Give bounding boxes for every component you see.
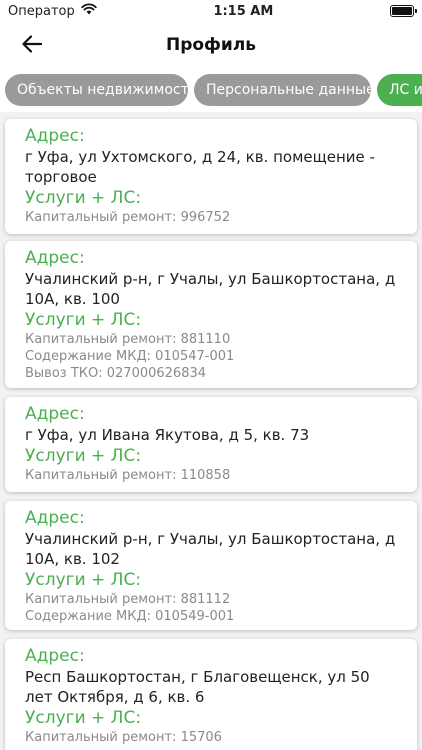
arrow-left-icon — [22, 35, 43, 57]
address-label: Адрес: — [25, 126, 85, 146]
tab-label: Персональные данные — [206, 82, 371, 98]
property-card[interactable]: Адрес: Респ Башкортостан, г Благовещенск… — [5, 639, 417, 750]
address-value: г Уфа, ул Ивана Якутова, д 5, кв. 73 — [25, 426, 310, 444]
account-line: Капитальный ремонт: 881110 — [25, 332, 231, 347]
address-label: Адрес: — [25, 248, 85, 268]
services-label: Услуги + ЛС: — [25, 310, 142, 330]
tabs-row: Объекты недвижимости Персональные данные… — [0, 68, 422, 112]
property-card[interactable]: Адрес: г Уфа, ул Ивана Якутова, д 5, кв.… — [5, 397, 417, 492]
address-value: Учалинский р-н, г Учалы, ул Башкортостан… — [25, 530, 396, 568]
account-line: Капитальный ремонт: 110858 — [25, 468, 231, 483]
account-line: Содержание МКД: 010549-001 — [25, 609, 235, 624]
carrier-label: Оператор — [8, 3, 75, 19]
property-card[interactable]: Адрес: г Уфа, ул Ухтомского, д 24, кв. п… — [5, 119, 417, 234]
back-button[interactable] — [18, 32, 46, 60]
tab-label: Объекты недвижимости — [17, 82, 188, 98]
status-left: Оператор — [8, 3, 97, 19]
address-label: Адрес: — [25, 508, 85, 528]
page-title: Профиль — [165, 35, 257, 55]
tab-personal-data[interactable]: Персональные данные — [194, 74, 371, 106]
battery-icon — [390, 5, 417, 17]
nav-bar: Профиль — [0, 22, 422, 68]
account-line: Содержание МКД: 010547-001 — [25, 349, 235, 364]
services-label: Услуги + ЛС: — [25, 570, 142, 590]
services-label: Услуги + ЛС: — [25, 708, 142, 728]
address-label: Адрес: — [25, 646, 85, 666]
property-card[interactable]: Адрес: Учалинский р-н, г Учалы, ул Башко… — [5, 501, 417, 630]
account-line: Капитальный ремонт: 15706 — [25, 730, 222, 745]
tab-accounts[interactable]: ЛС и — [377, 74, 422, 106]
account-line: Капитальный ремонт: 881112 — [25, 592, 231, 607]
address-value: Респ Башкортостан, г Благовещенск, ул 50… — [25, 668, 370, 706]
address-value: г Уфа, ул Ухтомского, д 24, кв. помещени… — [25, 148, 375, 186]
services-label: Услуги + ЛС: — [25, 446, 142, 466]
tab-real-estate[interactable]: Объекты недвижимости — [5, 74, 188, 106]
status-time: 1:15 AM — [213, 3, 274, 19]
services-label: Услуги + ЛС: — [25, 188, 142, 208]
address-value: Учалинский р-н, г Учалы, ул Башкортостан… — [25, 270, 396, 308]
tab-label: ЛС и — [389, 82, 422, 98]
wifi-icon — [81, 3, 97, 19]
address-label: Адрес: — [25, 404, 85, 424]
account-line: Капитальный ремонт: 996752 — [25, 210, 231, 225]
property-card[interactable]: Адрес: Учалинский р-н, г Учалы, ул Башко… — [5, 241, 417, 388]
status-bar: Оператор 1:15 AM — [0, 0, 422, 22]
profile-screen: Оператор 1:15 AM Профиль Объекты недвижи… — [0, 0, 422, 750]
status-right — [390, 5, 417, 17]
account-line: Вывоз ТКО: 027000626834 — [25, 366, 207, 381]
